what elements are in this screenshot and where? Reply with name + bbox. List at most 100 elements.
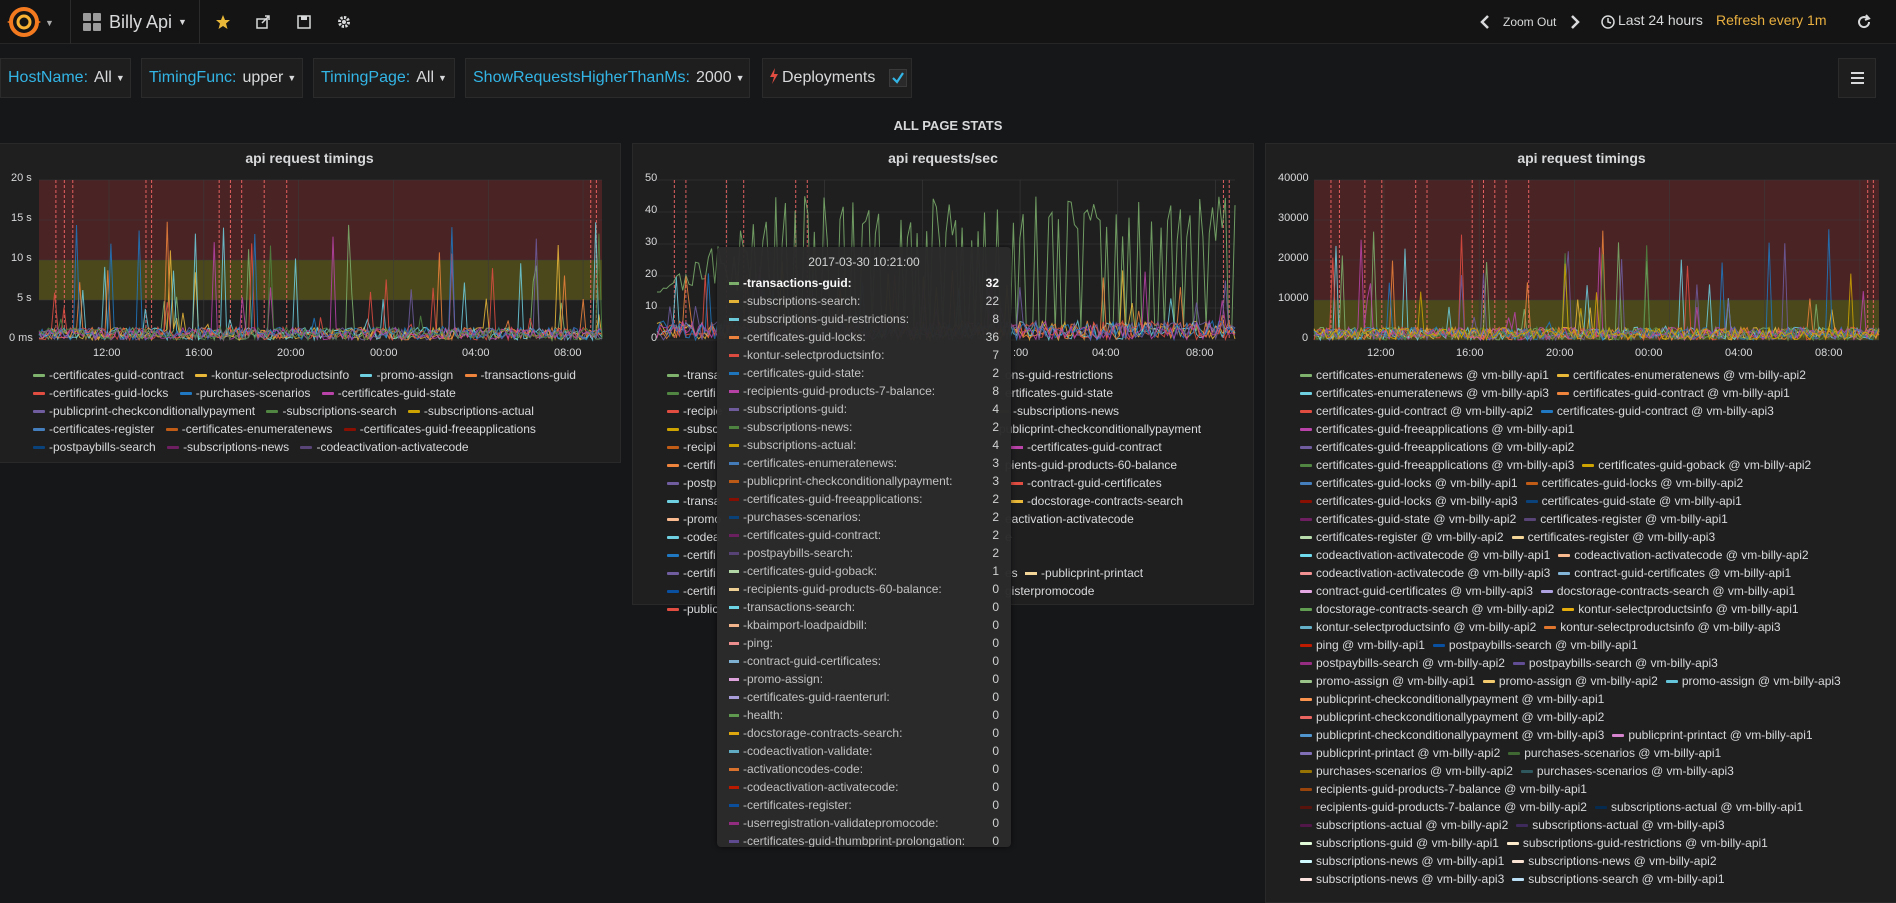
legend-item[interactable]: publicprint-checkconditionallypayment — [999, 420, 1255, 438]
legend-item[interactable]: purchases-scenarios @ vm-billy-api1 — [1508, 744, 1721, 762]
legend-item[interactable]: kontur-selectproductsinfo @ vm-billy-api… — [1544, 618, 1781, 636]
legend-item[interactable]: subscriptions-actual @ vm-billy-api1 — [1594, 798, 1803, 816]
legend-item[interactable]: -promo-assign — [360, 366, 453, 384]
hamburger-menu-icon[interactable] — [1838, 58, 1876, 98]
legend-item[interactable]: ons-guid-restrictions — [1005, 366, 1255, 384]
legend-item[interactable]: codeactivation-activatecode @ vm-billy-a… — [1558, 546, 1809, 564]
legend-item[interactable]: contract-guid-certificates @ vm-billy-ap… — [1300, 582, 1533, 600]
legend-item[interactable]: -promo — [667, 510, 721, 528]
legend-item[interactable]: certificates-guid-locks @ vm-billy-api1 — [1300, 474, 1518, 492]
variable-showrequestshigherthanms[interactable]: ShowRequestsHigherThanMs: 2000 ▼ — [465, 58, 750, 98]
legend-item[interactable]: -certifi — [667, 582, 716, 600]
legend-item[interactable]: recipients-guid-products-7-balance @ vm-… — [1300, 798, 1587, 816]
grafana-logo-icon[interactable] — [4, 4, 44, 40]
legend-item[interactable]: -codea — [667, 528, 720, 546]
legend-item[interactable]: publicprint-checkconditionallypayment @ … — [1300, 690, 1604, 708]
legend-item[interactable]: -subsc — [667, 420, 718, 438]
star-icon[interactable] — [212, 12, 234, 32]
legend-item[interactable]: subscriptions-news @ vm-billy-api3 — [1300, 870, 1504, 888]
legend-item[interactable]: codeactivation-activatecode @ vm-billy-a… — [1300, 564, 1550, 582]
legend-item[interactable]: publicprint-checkconditionallypayment @ … — [1300, 708, 1604, 726]
legend-item[interactable]: publicprint-checkconditionallypayment @ … — [1300, 726, 1604, 744]
legend-item[interactable]: subscriptions-actual @ vm-billy-api3 — [1516, 816, 1725, 834]
legend-item[interactable]: docstorage-contracts-search @ vm-billy-a… — [1300, 600, 1554, 618]
checkbox-checked-icon[interactable] — [889, 69, 908, 87]
legend-item[interactable]: certificates-guid-locks @ vm-billy-api3 — [1300, 492, 1518, 510]
time-range-picker[interactable]: Last 24 hours — [1618, 12, 1703, 28]
legend-item[interactable]: -certifi — [667, 564, 716, 582]
legend-item[interactable]: -certifi — [667, 546, 716, 564]
legend-item[interactable]: publicprint-printact @ vm-billy-api2 — [1300, 744, 1500, 762]
legend-item[interactable]: -public — [667, 600, 718, 618]
legend-item[interactable]: -subscriptions-actual — [407, 402, 534, 420]
legend-item[interactable]: -publicprint-checkconditionallypayment — [33, 402, 255, 420]
legend-item[interactable]: -docstorage-contracts-search — [1011, 492, 1255, 510]
legend-item[interactable]: kontur-selectproductsinfo @ vm-billy-api… — [1562, 600, 1799, 618]
legend-item[interactable]: codeactivation-activatecode @ vm-billy-a… — [1300, 546, 1550, 564]
legend-item[interactable]: ping @ vm-billy-api1 — [1300, 636, 1425, 654]
legend-item[interactable]: -codeactivation-activatecode — [300, 438, 469, 456]
legend-item[interactable]: certificates-register @ vm-billy-api2 — [1300, 528, 1504, 546]
legend-item[interactable]: -subscriptions-news — [997, 402, 1255, 420]
legend-item[interactable]: certificates-guid-state @ vm-billy-api2 — [1300, 510, 1516, 528]
settings-gear-icon[interactable] — [333, 12, 355, 32]
legend-item[interactable]: postpaybills-search @ vm-billy-api1 — [1432, 636, 1638, 654]
legend-item[interactable]: certificates-enumeratenews @ vm-billy-ap… — [1556, 366, 1806, 384]
legend-item[interactable]: certificates-guid-locks @ vm-billy-api2 — [1525, 474, 1743, 492]
time-back-chevron-icon[interactable] — [1474, 12, 1496, 32]
legend-item[interactable]: -recipi — [667, 438, 716, 456]
variable-hostname[interactable]: HostName: All ▼ — [0, 58, 131, 98]
legend-item[interactable]: subscriptions-news @ vm-billy-api1 — [1300, 852, 1504, 870]
legend-item[interactable] — [1005, 546, 1255, 564]
share-icon[interactable] — [252, 12, 274, 32]
legend-item[interactable]: -transactions-guid — [464, 366, 576, 384]
legend-item[interactable]: -certifi — [667, 456, 716, 474]
legend-item[interactable]: certificates-guid-freeapplications @ vm-… — [1300, 438, 1574, 456]
legend-item[interactable]: certificates-register @ vm-billy-api1 — [1524, 510, 1728, 528]
legend-item[interactable]: subscriptions-actual @ vm-billy-api2 — [1300, 816, 1508, 834]
legend-item[interactable]: -certificates-guid-contract — [33, 366, 184, 384]
legend-item[interactable]: certificates-guid-goback @ vm-billy-api2 — [1582, 456, 1811, 474]
legend-item[interactable]: purchases-scenarios @ vm-billy-api2 — [1300, 762, 1513, 780]
legend-item[interactable]: recipients-guid-products-7-balance @ vm-… — [1300, 780, 1587, 798]
legend-item[interactable]: -postp — [667, 474, 716, 492]
legend-item[interactable]: -subscriptions-search — [266, 402, 397, 420]
legend-item[interactable]: purchases-scenarios @ vm-billy-api3 — [1520, 762, 1734, 780]
panel-api-request-timings-left[interactable]: api request timings 20 s 15 s 10 s 5 s 0… — [0, 143, 621, 463]
variable-timingpage[interactable]: TimingPage: All ▼ — [313, 58, 455, 98]
menu-caret-icon[interactable]: ▼ — [45, 18, 54, 28]
refresh-icon[interactable] — [1853, 12, 1875, 32]
legend-item[interactable]: -certificates-guid-freeapplications — [343, 420, 536, 438]
legend-item[interactable]: certificates-guid-freeapplications @ vm-… — [1300, 420, 1574, 438]
legend-item[interactable]: certificates-guid-state @ vm-billy-api1 — [1525, 492, 1742, 510]
legend-item[interactable]: -subscriptions-news — [167, 438, 289, 456]
annotation-toggle-deployments[interactable]: Deployments — [762, 58, 912, 98]
legend-item[interactable]: -recipie — [667, 402, 722, 420]
legend-item[interactable]: pients-guid-products-60-balance — [1005, 456, 1255, 474]
legend-item[interactable]: -certificates-enumeratenews — [165, 420, 332, 438]
legend-item[interactable]: subscriptions-search @ vm-billy-api1 — [1512, 870, 1725, 888]
legend-item[interactable]: -postpaybills-search — [33, 438, 156, 456]
variable-timingfunc[interactable]: TimingFunc: upper ▼ — [141, 58, 303, 98]
legend-item[interactable]: -certificates-guid-state — [321, 384, 456, 402]
legend-item[interactable]: es -publicprint-printact — [1005, 564, 1255, 582]
legend-item[interactable]: docstorage-contracts-search @ vm-billy-a… — [1540, 582, 1795, 600]
time-forward-chevron-icon[interactable] — [1564, 12, 1586, 32]
legend-item[interactable]: -contract-guid-certificates — [1011, 474, 1255, 492]
legend-item[interactable]: promo-assign @ vm-billy-api3 — [1665, 672, 1841, 690]
legend-item[interactable]: certificates-guid-contract @ vm-billy-ap… — [1300, 402, 1533, 420]
legend-item[interactable]: promo-assign @ vm-billy-api2 — [1482, 672, 1658, 690]
legend-item[interactable]: promo-assign @ vm-billy-api1 — [1300, 672, 1475, 690]
row-title[interactable]: ALL PAGE STATS — [0, 118, 1896, 133]
legend-item[interactable]: subscriptions-guid-restrictions @ vm-bil… — [1506, 834, 1768, 852]
legend-item[interactable]: -certificates-guid-locks — [33, 384, 168, 402]
legend-item[interactable]: certificates-guid-contract @ vm-billy-ap… — [1540, 402, 1774, 420]
legend-item[interactable]: eactivation-activatecode — [1005, 510, 1255, 528]
legend-item[interactable]: -transa — [667, 366, 720, 384]
legend-item[interactable]: e — [1005, 528, 1255, 546]
legend-item[interactable]: publicprint-printact @ vm-billy-api1 — [1612, 726, 1813, 744]
legend-item[interactable]: gisterpromocode — [1005, 582, 1255, 600]
legend-item[interactable]: certificates-guid-contract @ vm-billy-ap… — [1556, 384, 1790, 402]
panel-api-request-timings-right[interactable]: api request timings 40000 30000 20000 10… — [1265, 143, 1896, 903]
save-icon[interactable] — [293, 12, 315, 32]
